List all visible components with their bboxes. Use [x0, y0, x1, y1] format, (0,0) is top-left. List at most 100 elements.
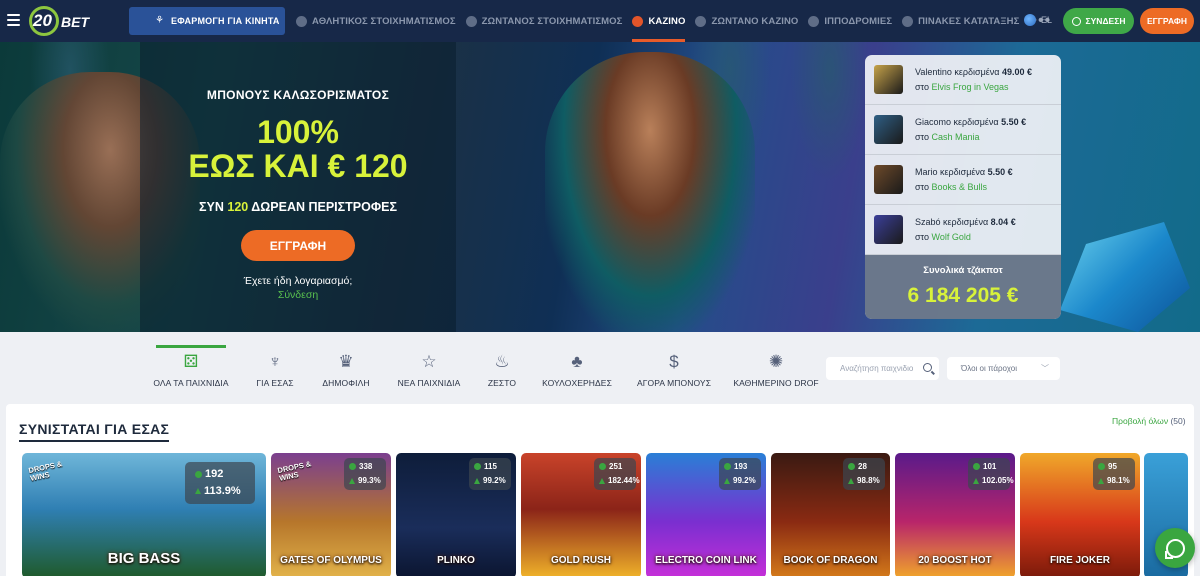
nav-leaderboards-label: ΠΙΝΑΚΕΣ ΚΑΤΑΤΑΞΗΣ	[918, 15, 1020, 27]
winner-row[interactable]: Valentino κερδισμένα 49.00 € στο Elvis F…	[865, 55, 1061, 105]
winner-amount: 5.50 €	[987, 167, 1013, 177]
globe-icon	[1024, 14, 1036, 26]
spins-count: 120	[227, 200, 249, 214]
winner-game[interactable]: Cash Mania	[932, 132, 980, 142]
game-stats-badge: 28 98.8%	[843, 458, 885, 490]
winner-row[interactable]: Szabó κερδισμένα 8.04 € στο Wolf Gold	[865, 205, 1061, 255]
nav-live-betting[interactable]: ΖΩΝΤΑΝΟΣ ΣΤΟΙΧΗΜΑΤΙΣΜΟΣ	[465, 0, 623, 42]
nav-leaderboards[interactable]: ΠΙΝΑΚΕΣ ΚΑΤΑΤΑΞΗΣ	[902, 0, 1019, 42]
game-title: FIRE JOKER	[1049, 555, 1110, 566]
players-value: 95	[1108, 462, 1117, 471]
register-button[interactable]: ΕΓΓΡΑΦΗ	[1140, 8, 1194, 34]
horse-icon	[808, 15, 820, 27]
rtp-text: 182.44%	[608, 476, 640, 485]
game-tile[interactable]: DROPS & WINS 192 113.9% BIG BASS	[22, 453, 266, 576]
soccer-ball-icon	[296, 15, 307, 27]
crown-icon: ♛	[338, 352, 354, 371]
winner-name: Mario	[915, 167, 938, 177]
players-value: 115	[484, 462, 497, 471]
game-stats-badge: 115 99.2%	[469, 458, 511, 490]
winner-game[interactable]: Elvis Frog in Vegas	[932, 82, 1009, 92]
winner-row[interactable]: Mario κερδισμένα 5.50 € στο Books & Bull…	[865, 155, 1061, 205]
nav-sports[interactable]: ΑΘΛΗΤΙΚΟΣ ΣΤΟΙΧΗΜΑΤΙΣΜΟΣ	[296, 0, 456, 42]
rtp-icon	[973, 477, 979, 484]
winner-verb: κερδισμένα	[954, 67, 1000, 77]
players-count: 338	[349, 462, 372, 471]
players-icon	[848, 463, 855, 470]
game-tile[interactable]: 251 182.44% GOLD RUSH	[521, 453, 641, 576]
signin-link[interactable]: Σύνδεση	[140, 289, 456, 301]
category-label: ΝΕΑ ΠΑΙΧΝΙΔΙΑ	[397, 378, 461, 388]
players-value: 101	[983, 462, 997, 471]
site-logo[interactable]: 20 BET	[29, 6, 99, 36]
nav-live-casino[interactable]: ΖΩΝΤΑΝΟ ΚΑΖΙΝΟ	[695, 0, 798, 42]
players-count: 193	[724, 462, 747, 471]
login-button[interactable]: ΣΥΝΔΕΣΗ	[1063, 8, 1134, 34]
category-tab[interactable]: ♆ ΓΙΑ ΕΣΑΣ	[256, 332, 293, 404]
game-tile[interactable]: 193 99.2% ELECTRO COIN LINK	[646, 453, 766, 576]
nav-horse-racing[interactable]: ΙΠΠΟΔΡΟΜΙΕΣ	[808, 0, 892, 42]
category-tab[interactable]: ☆ ΝΕΑ ΠΑΙΧΝΙΔΙΑ	[397, 332, 461, 404]
winner-game[interactable]: Wolf Gold	[932, 232, 971, 242]
winner-game[interactable]: Books & Bulls	[932, 182, 988, 192]
game-title: BIG BASS	[107, 550, 181, 567]
players-icon	[474, 463, 481, 470]
language-selector[interactable]: EL	[1024, 14, 1052, 26]
winner-row[interactable]: Giacomo κερδισμένα 5.50 € στο Cash Mania	[865, 105, 1061, 155]
spins-prefix: ΣΥΝ	[199, 200, 224, 214]
jackpot-value: 6 184 205 €	[907, 284, 1019, 307]
game-stats-badge: 101 102.05%	[968, 458, 1014, 490]
game-tile[interactable]: DROPS & WINS 338 99.3% GATES OF OLYMPUS	[271, 453, 391, 576]
category-tab[interactable]: ✺ ΚΑΘΗΜΕΡΙΝΟ DROF	[733, 332, 818, 404]
nav-live-betting-label: ΖΩΝΤΑΝΟΣ ΣΤΟΙΧΗΜΑΤΙΣΜΟΣ	[481, 15, 623, 27]
players-count: 101	[973, 462, 996, 471]
category-tab[interactable]: $ ΑΓΟΡΑ ΜΠΟΝΟΥΣ	[637, 332, 711, 404]
game-title: GATES OF OLYMPUS	[280, 555, 382, 566]
game-tile[interactable]: 95 98.1% FIRE JOKER	[1020, 453, 1140, 576]
game-search-input[interactable]: Αναζήτηση παιχνιδιο	[826, 357, 939, 380]
players-count: 192	[195, 468, 223, 480]
nav-casino[interactable]: ΚΑΖΙΝΟ	[632, 0, 686, 42]
winner-game-line: στο Wolf Gold	[915, 232, 971, 242]
rtp-icon	[474, 477, 480, 484]
for-you-icon: ♆	[268, 352, 282, 371]
hero-register-button[interactable]: ΕΓΓΡΑΦΗ	[241, 230, 355, 261]
category-tab[interactable]: ♨ ΖΕΣΤΟ	[488, 332, 516, 404]
search-icon[interactable]	[923, 363, 932, 372]
game-stats-badge: 193 99.2%	[719, 458, 761, 490]
category-tab[interactable]: ♣ ΚΟΥΛΟΧΕΡΗΔΕΣ	[542, 332, 612, 404]
game-thumbnail	[874, 215, 903, 244]
rtp-value: 99.2%	[724, 476, 756, 485]
game-tile[interactable]: 101 102.05% 20 BOOST HOT	[895, 453, 1015, 576]
game-stats-badge: 338 99.3%	[344, 458, 386, 490]
players-icon	[973, 463, 980, 470]
winner-line: Valentino κερδισμένα 49.00 €	[915, 67, 1032, 77]
rtp-value: 98.8%	[848, 476, 880, 485]
jackpot-label: Συνολικά τζάκποτ	[923, 265, 1003, 276]
winner-prep: στο	[915, 232, 929, 242]
winner-verb: κερδισμένα	[953, 117, 999, 127]
winner-line: Mario κερδισμένα 5.50 €	[915, 167, 1013, 177]
provider-select[interactable]: Όλοι οι πάροχοι ﹀	[947, 357, 1060, 380]
view-all-label: Προβολή όλων	[1112, 416, 1169, 426]
players-count: 28	[848, 462, 867, 471]
view-all-link[interactable]: Προβολή όλων (50)	[1112, 416, 1186, 426]
hero-upto: ΕΩΣ ΚΑΙ € 120	[140, 148, 456, 185]
flame-icon	[465, 15, 477, 27]
category-tab[interactable]: ⚄ ΟΛΑ ΤΑ ΠΑΙΧΝΙΔΙΑ	[153, 332, 229, 404]
rtp-value: 99.3%	[349, 476, 381, 485]
game-title: PLINKO	[437, 555, 475, 566]
rtp-icon	[724, 477, 730, 484]
live-chat-button[interactable]	[1155, 528, 1195, 568]
game-tile[interactable]: 28 98.8% BOOK OF DRAGON	[771, 453, 890, 576]
game-stats-badge: 251 182.44%	[594, 458, 640, 490]
winner-line: Szabó κερδισμένα 8.04 €	[915, 217, 1016, 227]
mobile-app-button[interactable]: ⚘ ΕΦΑΡΜΟΓΗ ΓΙΑ ΚΙΝΗΤΑ	[129, 7, 285, 35]
game-tile[interactable]: 115 99.2% PLINKO	[396, 453, 516, 576]
hero-banner: ΜΠΟΝΟΥΣ ΚΑΛΩΣΟΡΙΣΜΑΤΟΣ 100% ΕΩΣ ΚΑΙ € 12…	[0, 42, 1200, 332]
menu-icon[interactable]	[7, 14, 20, 26]
winner-name: Giacomo	[915, 117, 952, 127]
spins-suffix: ΔΩΡΕΑΝ ΠΕΡΙΣΤΡΟΦΕΣ	[251, 200, 397, 214]
view-all-count: (50)	[1170, 416, 1186, 426]
category-tab[interactable]: ♛ ΔΗΜΟΦΙΛΗ	[322, 332, 370, 404]
